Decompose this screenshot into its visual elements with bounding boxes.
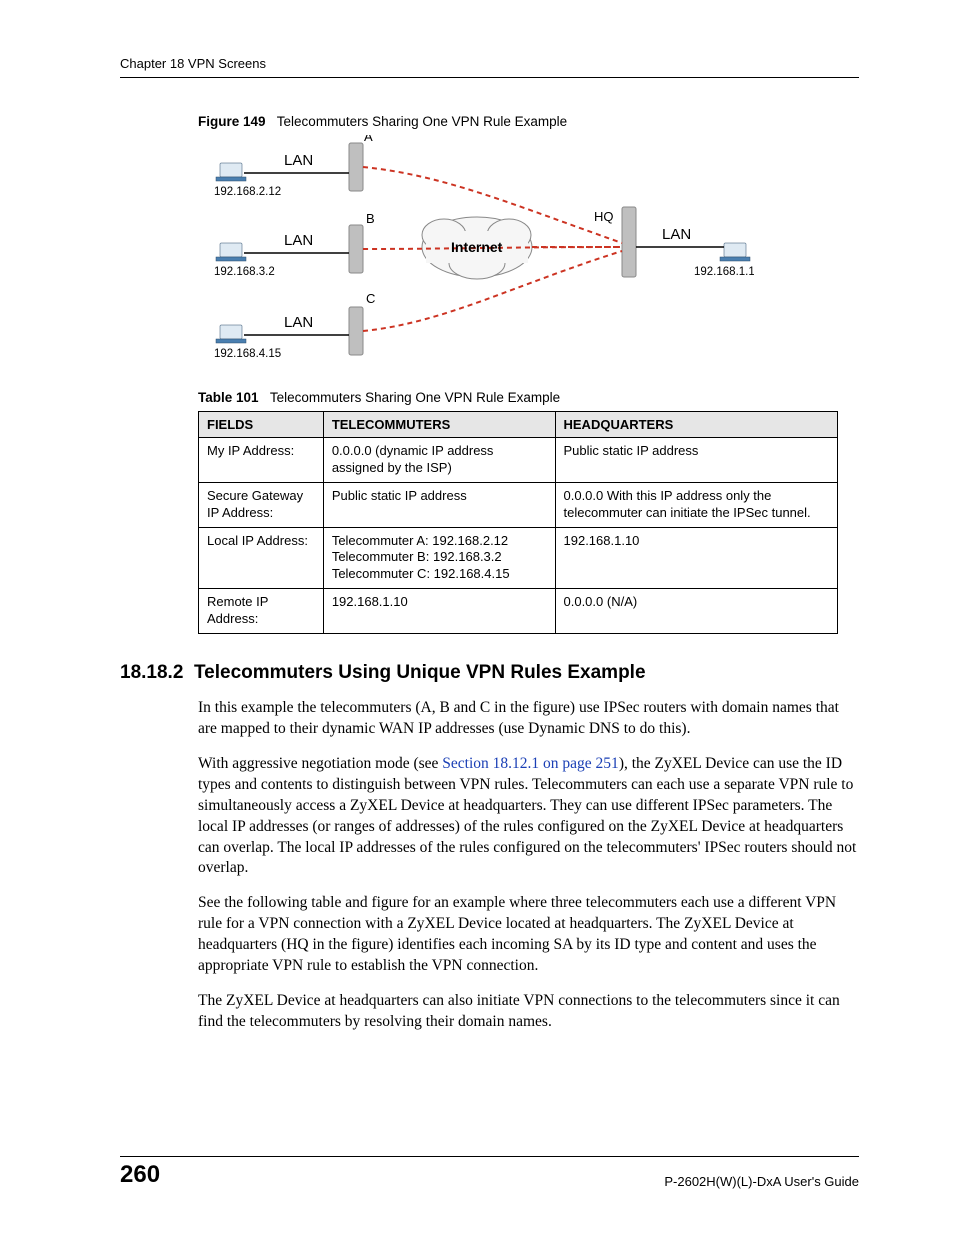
running-header: Chapter 18 VPN Screens	[120, 56, 859, 71]
page-number: 260	[120, 1161, 160, 1189]
cell-field: My IP Address:	[199, 438, 324, 483]
section-title: Telecommuters Using Unique VPN Rules Exa…	[194, 662, 646, 683]
cell-tc: 192.168.1.10	[323, 589, 555, 634]
svg-text:B: B	[366, 211, 375, 226]
paragraph: See the following table and figure for a…	[198, 893, 859, 977]
table-row: Local IP Address: Telecommuter A: 192.16…	[199, 527, 838, 589]
svg-text:A: A	[364, 135, 373, 144]
cell-tc: Public static IP address	[323, 482, 555, 527]
svg-text:C: C	[366, 291, 375, 306]
table-row: My IP Address: 0.0.0.0 (dynamic IP addre…	[199, 438, 838, 483]
th-headquarters: HEADQUARTERS	[555, 412, 838, 438]
svg-text:192.168.2.12: 192.168.2.12	[214, 186, 281, 198]
th-fields: FIELDS	[199, 412, 324, 438]
paragraph: The ZyXEL Device at headquarters can als…	[198, 991, 859, 1033]
section-heading: 18.18.2 Telecommuters Using Unique VPN R…	[120, 662, 859, 684]
cell-field: Local IP Address:	[199, 527, 324, 589]
svg-text:LAN: LAN	[284, 314, 313, 331]
guide-name: P-2602H(W)(L)-DxA User's Guide	[664, 1174, 859, 1189]
svg-text:HQ: HQ	[594, 209, 614, 224]
svg-text:Internet: Internet	[451, 239, 503, 255]
table-caption: Table 101 Telecommuters Sharing One VPN …	[198, 390, 859, 405]
figure-title: Telecommuters Sharing One VPN Rule Examp…	[277, 114, 567, 129]
cell-tc: Telecommuter A: 192.168.2.12 Telecommute…	[323, 527, 555, 589]
cell-field: Secure Gateway IP Address:	[199, 482, 324, 527]
header-rule	[120, 77, 859, 78]
svg-text:LAN: LAN	[662, 226, 691, 243]
svg-text:192.168.3.2: 192.168.3.2	[214, 266, 275, 278]
network-diagram: LAN LAN LAN LAN A B C HQ Internet 192.16…	[214, 135, 754, 370]
table-title: Telecommuters Sharing One VPN Rule Examp…	[270, 390, 560, 405]
th-telecommuters: TELECOMMUTERS	[323, 412, 555, 438]
cell-tc: 0.0.0.0 (dynamic IP address assigned by …	[323, 438, 555, 483]
para-text: ), the ZyXEL Device can use the ID types…	[198, 755, 856, 877]
cell-field: Remote IP Address:	[199, 589, 324, 634]
paragraph: With aggressive negotiation mode (see Se…	[198, 754, 859, 880]
footer-rule	[120, 1156, 859, 1157]
figure-caption: Figure 149 Telecommuters Sharing One VPN…	[198, 114, 859, 129]
cross-reference-link[interactable]: Section 18.12.1 on page 251	[442, 755, 619, 772]
cell-hq: Public static IP address	[555, 438, 838, 483]
figure-number: Figure 149	[198, 114, 266, 129]
svg-text:LAN: LAN	[284, 152, 313, 169]
table-row: Remote IP Address: 192.168.1.10 0.0.0.0 …	[199, 589, 838, 634]
svg-text:LAN: LAN	[284, 232, 313, 249]
page-footer: 260 P-2602H(W)(L)-DxA User's Guide	[120, 1156, 859, 1189]
svg-text:192.168.4.15: 192.168.4.15	[214, 348, 281, 360]
paragraph: In this example the telecommuters (A, B …	[198, 698, 859, 740]
svg-text:192.168.1.10: 192.168.1.10	[694, 266, 754, 278]
cell-hq: 192.168.1.10	[555, 527, 838, 589]
cell-hq: 0.0.0.0 With this IP address only the te…	[555, 482, 838, 527]
cell-hq: 0.0.0.0 (N/A)	[555, 589, 838, 634]
table-number: Table 101	[198, 390, 259, 405]
table-row: Secure Gateway IP Address: Public static…	[199, 482, 838, 527]
para-text: With aggressive negotiation mode (see	[198, 755, 442, 772]
section-number: 18.18.2	[120, 662, 183, 683]
vpn-rule-table: FIELDS TELECOMMUTERS HEADQUARTERS My IP …	[198, 411, 838, 634]
